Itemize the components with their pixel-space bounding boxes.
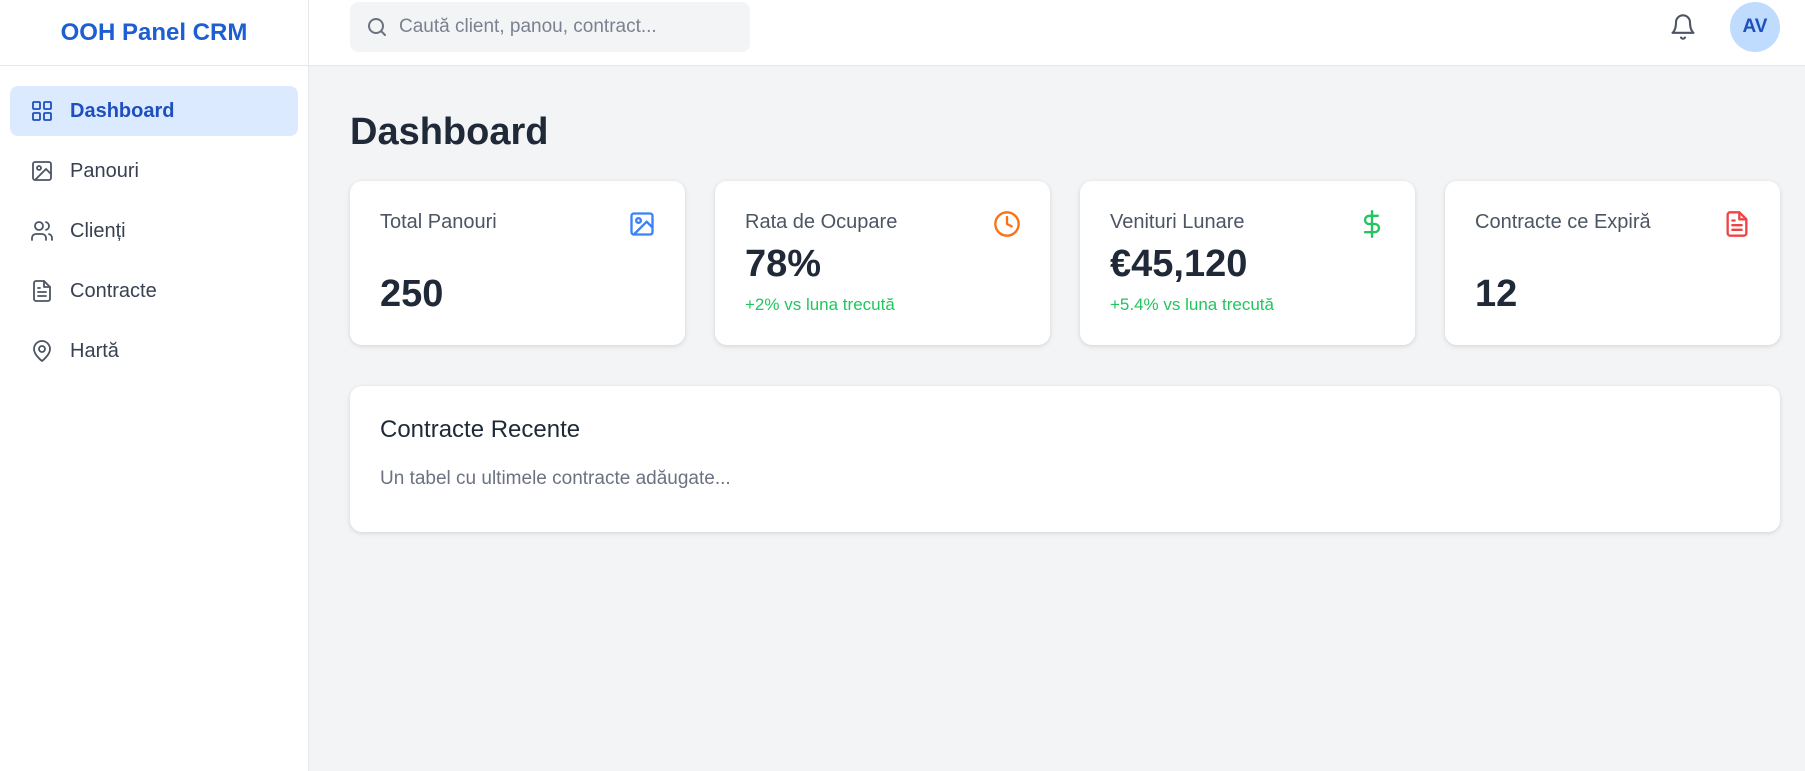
stat-card-label: Contracte ce Expiră	[1475, 211, 1651, 233]
dollar-icon	[1357, 209, 1387, 239]
sidebar-item-dashboard[interactable]: Dashboard	[10, 86, 298, 136]
image-icon	[29, 158, 55, 184]
main-content: Dashboard Total Panouri 250 Rata de Ocup…	[350, 66, 1780, 532]
sidebar-item-harta[interactable]: Hartă	[10, 326, 298, 376]
document-icon	[29, 278, 55, 304]
stat-card-value: 12	[1475, 273, 1518, 315]
stat-card-venituri-lunare: Venituri Lunare €45,120 +5.4% vs luna tr…	[1080, 181, 1415, 345]
sidebar-item-contracte[interactable]: Contracte	[10, 266, 298, 316]
stat-card-label: Rata de Ocupare	[745, 211, 898, 233]
users-icon	[29, 218, 55, 244]
brand-logo-text[interactable]: OOH Panel CRM	[61, 19, 248, 47]
stat-card-label: Total Panouri	[380, 211, 497, 233]
stat-card-value: €45,120	[1110, 243, 1248, 285]
stat-card-rata-ocupare: Rata de Ocupare 78% +2% vs luna trecută	[715, 181, 1050, 345]
document-icon	[1722, 209, 1752, 239]
top-bar: AV	[309, 0, 1805, 66]
page-title: Dashboard	[350, 111, 549, 153]
recent-contracts-title: Contracte Recente	[380, 416, 581, 443]
stats-cards: Total Panouri 250 Rata de Ocupare 78% +2…	[350, 181, 1780, 345]
recent-contracts-panel: Contracte Recente Un tabel cu ultimele c…	[350, 386, 1780, 532]
notifications-button[interactable]	[1666, 10, 1700, 44]
search-box[interactable]	[350, 2, 750, 52]
search-icon	[368, 18, 386, 36]
sidebar-item-label: Panouri	[70, 159, 139, 182]
stat-card-label: Venituri Lunare	[1110, 211, 1245, 233]
grid-icon	[29, 98, 55, 124]
stat-card-contracte-expira: Contracte ce Expiră 12	[1445, 181, 1780, 345]
avatar[interactable]: AV	[1730, 2, 1780, 52]
sidebar-item-label: Dashboard	[70, 99, 175, 122]
sidebar-item-clienti[interactable]: Clienți	[10, 206, 298, 256]
sidebar-item-label: Hartă	[70, 339, 119, 362]
stat-card-value: 78%	[745, 243, 822, 285]
sidebar-nav: Dashboard Panouri Clienți Contracte Hart…	[0, 66, 308, 406]
sidebar-item-label: Clienți	[70, 219, 126, 242]
sidebar-item-panouri[interactable]: Panouri	[10, 146, 298, 196]
image-icon	[627, 209, 657, 239]
bell-icon	[1671, 14, 1695, 40]
stat-card-total-panouri: Total Panouri 250	[350, 181, 685, 345]
recent-contracts-placeholder: Un tabel cu ultimele contracte adăugate.…	[380, 468, 731, 489]
sidebar-item-label: Contracte	[70, 279, 157, 302]
stat-card-value: 250	[380, 273, 444, 315]
search-input[interactable]	[399, 16, 729, 38]
clock-icon	[992, 209, 1022, 239]
stat-card-change: +2% vs luna trecută	[745, 295, 895, 314]
sidebar: OOH Panel CRM Dashboard Panouri Clienți …	[0, 0, 309, 771]
brand-header: OOH Panel CRM	[0, 0, 308, 66]
stat-card-change: +5.4% vs luna trecută	[1110, 295, 1274, 314]
map-pin-icon	[29, 338, 55, 364]
